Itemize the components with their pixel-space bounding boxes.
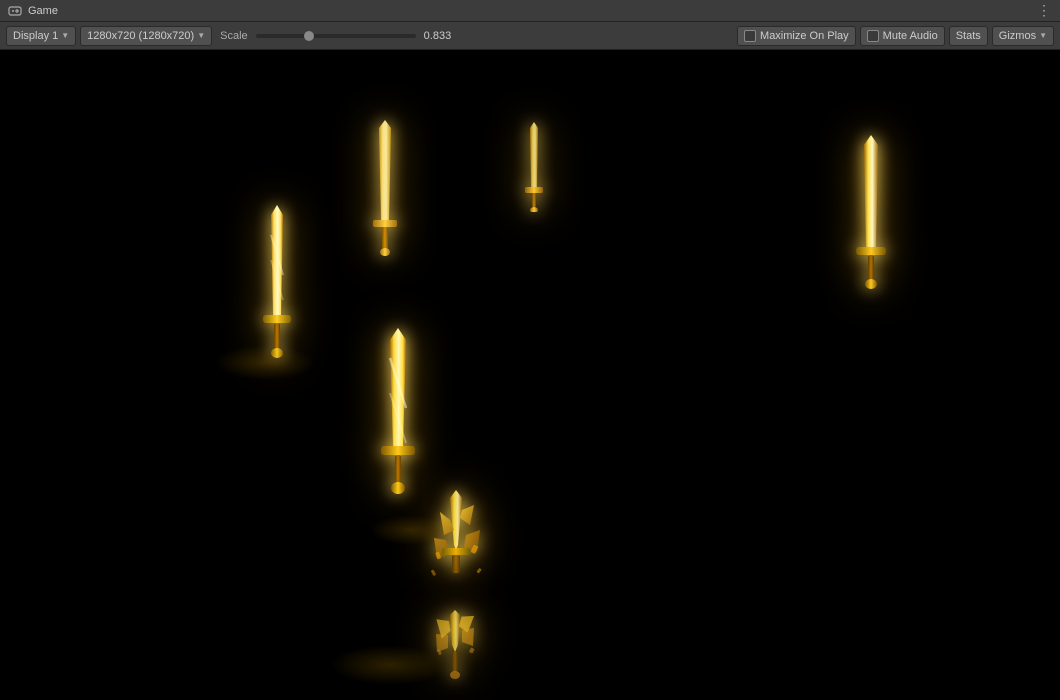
scale-slider[interactable] — [256, 34, 416, 38]
resolution-selector[interactable]: 1280x720 (1280x720) ▼ — [80, 26, 212, 46]
window-menu-dots[interactable]: ⋮ — [1037, 2, 1052, 19]
sword-3 — [255, 205, 299, 360]
game-icon — [8, 4, 22, 18]
scale-thumb[interactable] — [304, 31, 314, 41]
sword-6-breaking — [422, 490, 490, 610]
sword-5 — [372, 328, 424, 496]
display-selector[interactable]: Display 1 ▼ — [6, 26, 76, 46]
scale-value: 0.833 — [424, 30, 459, 42]
glow-pool-2 — [370, 515, 450, 545]
game-viewport — [0, 50, 1060, 700]
gizmos-button[interactable]: Gizmos ▼ — [992, 26, 1054, 46]
maximize-on-play-button[interactable]: Maximize On Play — [737, 26, 856, 46]
sword-7-partial — [430, 610, 480, 690]
mute-checkbox — [867, 30, 879, 42]
stats-button[interactable]: Stats — [949, 26, 988, 46]
glow-pool-3 — [215, 345, 315, 380]
maximize-checkbox — [744, 30, 756, 42]
scale-label: Scale — [220, 30, 248, 42]
window-title: Game — [28, 5, 58, 17]
mute-audio-button[interactable]: Mute Audio — [860, 26, 945, 46]
sword-1 — [365, 120, 405, 260]
glow-pool-1 — [330, 645, 450, 685]
sword-2 — [520, 122, 548, 212]
toolbar: Display 1 ▼ 1280x720 (1280x720) ▼ Scale … — [0, 22, 1060, 50]
title-bar: Game ⋮ — [0, 0, 1060, 22]
sword-4 — [848, 135, 894, 290]
